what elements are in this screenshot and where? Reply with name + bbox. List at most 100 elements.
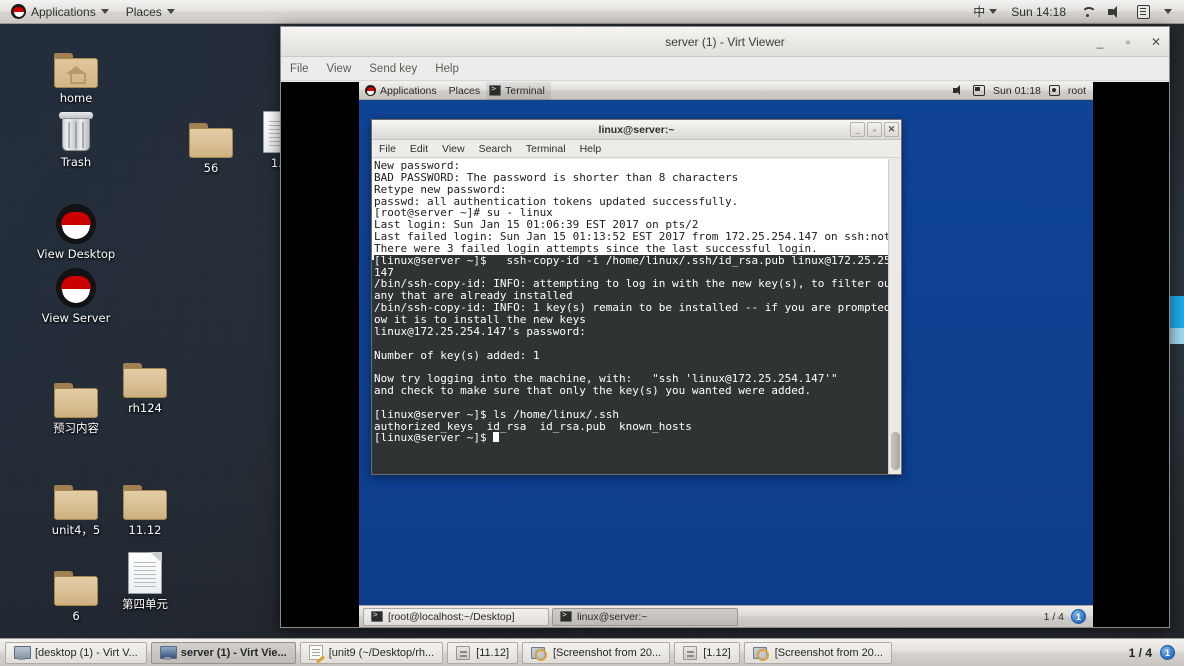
terminal-line <box>374 396 888 409</box>
host-clock[interactable]: Sun 14:18 <box>1005 2 1072 22</box>
system-menu[interactable] <box>1158 2 1178 22</box>
virt-viewer-menubar: File View Send key Help <box>281 57 1169 81</box>
menu-file[interactable]: File <box>281 60 318 78</box>
battery-indicator[interactable] <box>1131 2 1156 22</box>
network-icon[interactable] <box>973 85 986 96</box>
monitor-icon <box>14 645 31 660</box>
desktop-icon-label: View Desktop <box>36 247 116 261</box>
taskbar-item-screenshot-2[interactable]: [Screenshot from 20... <box>743 641 892 664</box>
terminal-menu-terminal[interactable]: Terminal <box>519 141 573 157</box>
archive-icon <box>456 645 471 660</box>
terminal-window-buttons: _ ▫ ✕ <box>850 122 899 137</box>
guest-window-list-terminal[interactable]: Terminal <box>486 81 551 100</box>
guest-workspace-indicator: 1 / 4 <box>1043 610 1064 623</box>
host-taskbar: [desktop (1) - Virt V... server (1) - Vi… <box>0 638 1184 666</box>
taskbar-item-server-virt-viewer[interactable]: server (1) - Virt Vie... <box>150 641 296 664</box>
redhat-icon <box>28 196 124 244</box>
menu-send-key[interactable]: Send key <box>360 60 426 78</box>
guest-user-label[interactable]: root <box>1068 85 1086 97</box>
taskbar-item-label: server (1) - Virt Vie... <box>180 646 287 659</box>
taskbar-item-label: [11.12] <box>476 646 509 659</box>
redhat-logo-icon <box>11 4 26 19</box>
text-editor-icon <box>308 645 323 660</box>
guest-workspace-badge[interactable]: 1 <box>1071 609 1086 624</box>
terminal-minimize-button[interactable]: _ <box>850 122 865 137</box>
terminal-menu-file[interactable]: File <box>372 141 403 157</box>
terminal-menu-search[interactable]: Search <box>472 141 519 157</box>
desktop-icon-label: View Server <box>41 311 111 325</box>
places-menu-label: Places <box>125 4 162 19</box>
desktop-icon-label: Trash <box>60 155 92 169</box>
desktop-icon-view-desktop[interactable]: View Desktop <box>28 196 124 261</box>
desktop-icon-trash[interactable]: Trash <box>28 104 124 169</box>
virt-viewer-titlebar[interactable]: server (1) - Virt Viewer _ ▫ ✕ <box>281 27 1169 57</box>
taskbar-item-screenshot-1[interactable]: [Screenshot from 20... <box>522 641 671 664</box>
terminal-scrollbar[interactable] <box>888 159 901 474</box>
applications-menu[interactable]: Applications <box>4 2 116 22</box>
terminal-icon <box>371 610 383 622</box>
desktop-icon-label: 6 <box>72 609 80 623</box>
terminal-close-button[interactable]: ✕ <box>884 122 899 137</box>
guest-taskbar-item-label: linux@server:~ <box>577 610 648 623</box>
menu-view[interactable]: View <box>318 60 361 78</box>
minimize-button[interactable]: _ <box>1093 35 1107 49</box>
desktop-icon-label: home <box>59 91 93 105</box>
guest-screen[interactable]: Applications Places Terminal Sun 01:18 <box>359 81 1093 627</box>
terminal-icon <box>489 84 502 96</box>
guest-bottom-panel: [root@localhost:~/Desktop] linux@server:… <box>359 605 1093 627</box>
input-method-label: 中 <box>973 5 986 19</box>
volume-indicator[interactable] <box>1102 2 1129 22</box>
guest-taskbar-item-label: [root@localhost:~/Desktop] <box>388 610 515 623</box>
taskbar-item-1-12[interactable]: [1.12] <box>674 641 740 664</box>
volume-icon[interactable] <box>953 85 965 96</box>
desktop-icon-rh124[interactable]: rh124 <box>97 350 193 415</box>
guest-top-panel: Applications Places Terminal Sun 01:18 <box>359 81 1093 100</box>
terminal-menu-help[interactable]: Help <box>573 141 609 157</box>
network-indicator[interactable] <box>1074 2 1100 22</box>
trash-icon <box>28 104 124 152</box>
terminal-line: Number of key(s) added: 1 <box>374 349 888 362</box>
archive-icon <box>683 645 698 660</box>
terminal-output[interactable]: New password: BAD PASSWORD: The password … <box>372 159 901 474</box>
redhat-logo-icon <box>365 85 376 96</box>
close-button[interactable]: ✕ <box>1149 35 1163 49</box>
volume-muted-icon <box>1108 5 1123 18</box>
guest-taskbar-item-linux-server[interactable]: linux@server:~ <box>552 607 738 626</box>
taskbar-item-label: [1.12] <box>703 646 731 659</box>
taskbar-item-11-12[interactable]: [11.12] <box>447 641 518 664</box>
screenshot-icon <box>752 646 769 661</box>
desktop-icon-label: 11.12 <box>128 523 162 537</box>
terminal-titlebar[interactable]: linux@server:~ _ ▫ ✕ <box>372 120 901 140</box>
virt-viewer-window-buttons: _ ▫ ✕ <box>1093 27 1163 57</box>
terminal-line: [linux@server ~]$ ls /home/linux/.ssh <box>374 408 888 421</box>
desktop-icon-label: 预习内容 <box>53 421 99 435</box>
maximize-button[interactable]: ▫ <box>1121 35 1135 49</box>
taskbar-item-label: [Screenshot from 20... <box>774 646 883 659</box>
host-top-panel: Applications Places 中 Sun 14:18 <box>0 0 1184 24</box>
terminal-cursor <box>493 432 500 443</box>
terminal-menu-edit[interactable]: Edit <box>403 141 435 157</box>
input-method-indicator[interactable]: 中 <box>967 2 1003 22</box>
taskbar-item-unit9[interactable]: [unit9 (~/Desktop/rh... <box>299 641 444 664</box>
desktop-icon-home[interactable]: home <box>28 40 124 105</box>
desktop-icon-view-server[interactable]: View Server <box>28 260 124 325</box>
desktop-icon-11-12[interactable]: 11.12 <box>97 472 193 537</box>
terminal-scrollbar-thumb[interactable] <box>891 432 900 470</box>
applications-menu-label: Applications <box>31 4 96 19</box>
places-menu[interactable]: Places <box>119 2 182 22</box>
desktop-icon-disiduanyuan[interactable]: 第四单元 <box>97 546 193 611</box>
folder-icon <box>97 350 193 398</box>
taskbar-item-desktop-virt-viewer[interactable]: [desktop (1) - Virt V... <box>5 641 147 664</box>
terminal-title: linux@server:~ <box>598 123 675 136</box>
taskbar-item-label: [Screenshot from 20... <box>553 646 662 659</box>
guest-taskbar-item-root-desktop[interactable]: [root@localhost:~/Desktop] <box>363 607 549 626</box>
guest-applications-menu[interactable]: Applications <box>359 82 443 100</box>
menu-help[interactable]: Help <box>426 60 468 78</box>
chevron-down-icon <box>989 9 998 14</box>
host-system-tray: 中 Sun 14:18 <box>967 2 1184 22</box>
terminal-menu-view[interactable]: View <box>435 141 472 157</box>
guest-places-menu[interactable]: Places <box>443 82 487 100</box>
terminal-maximize-button[interactable]: ▫ <box>867 122 882 137</box>
guest-clock[interactable]: Sun 01:18 <box>993 85 1041 97</box>
host-workspace-badge[interactable]: 1 <box>1160 645 1175 660</box>
